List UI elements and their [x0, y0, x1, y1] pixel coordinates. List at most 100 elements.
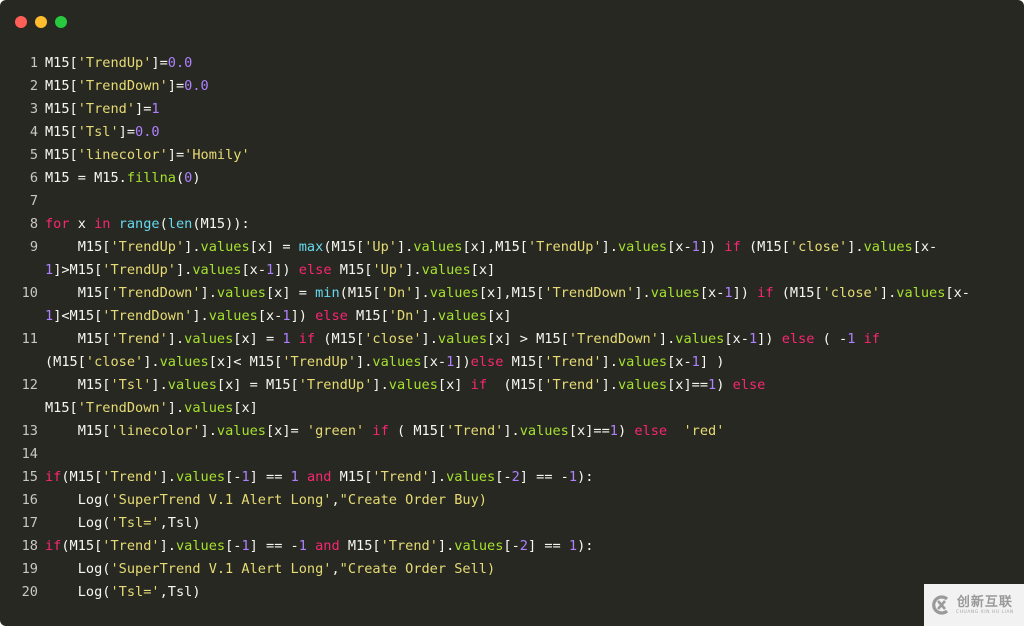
code-token-kw: and [306, 469, 332, 485]
line-number: 11 [21, 331, 38, 347]
code-token-attr: values [618, 239, 668, 255]
code-token-attr: values [437, 308, 488, 324]
code-token-str: 'Trend' [544, 377, 602, 393]
code-token-kw: if [470, 377, 488, 393]
line-number: 6 [29, 170, 38, 186]
code-line-wrap: M15['TrendDown'].values[x] [0, 397, 1024, 420]
code-token-plain: (M15)): [192, 216, 250, 232]
code-text: M15['Tsl'].values[x] = M15['TrendUp'].va… [45, 374, 766, 397]
code-token-plain: [- [503, 538, 520, 554]
code-token-num: 1 [151, 101, 160, 117]
code-line-wrap: 1]<M15['TrendDown'].values[x-1]) else M1… [0, 305, 1024, 328]
code-token-plain: (M15[ [45, 354, 86, 370]
code-token-str: 'close' [364, 331, 422, 347]
code-token-plain: (M15[ [773, 285, 823, 301]
code-token-str: 'TrendUp' [527, 239, 602, 255]
line-number: 4 [29, 124, 38, 140]
code-token-str: 'TrendDown' [77, 400, 168, 416]
code-text: M15 = M15.fillna(0) [45, 167, 201, 190]
code-line: 13 M15['linecolor'].values[x]= 'green' i… [0, 420, 1024, 443]
line-number: 18 [21, 538, 38, 554]
code-token-str: 'TrendUp' [282, 354, 357, 370]
code-token-num: 1 [266, 262, 275, 278]
code-token-plain: [x- [699, 285, 725, 301]
code-token-str: 'TrendUp' [298, 377, 373, 393]
line-number: 17 [21, 515, 38, 531]
code-token-plain: M15[ [339, 538, 381, 554]
code-token-str: 'TrendUp' [77, 55, 152, 71]
maximize-window-button[interactable] [55, 16, 67, 28]
code-token-plain: ]. [437, 538, 455, 554]
code-token-plain: [x- [945, 285, 970, 301]
code-token-kw: if [45, 538, 62, 554]
code-line: 20 Log('Tsl=',Tsl) [0, 581, 1024, 604]
close-window-button[interactable] [15, 16, 27, 28]
code-token-str: 'Up' [372, 262, 406, 278]
code-token-builtin: range [118, 216, 160, 232]
line-number: 10 [21, 285, 38, 301]
code-token-num: 2 [519, 538, 528, 554]
code-token-attr: values [617, 377, 668, 393]
code-line: 14 [0, 443, 1024, 466]
code-token-attr: values [413, 239, 463, 255]
code-token-plain: ]. [601, 354, 618, 370]
code-token-str: 'TrendDown' [110, 285, 201, 301]
code-token-plain: ] == - [249, 538, 299, 554]
code-token-plain: ]. [413, 285, 430, 301]
code-token-attr: values [175, 469, 226, 485]
code-token-attr: values [429, 285, 479, 301]
code-token-plain: ]. [396, 239, 414, 255]
code-token-num: 1 [241, 469, 250, 485]
code-token-kw: else [470, 354, 504, 370]
code-token-plain: ]. [143, 354, 160, 370]
code-text: M15['TrendDown'].values[x] [45, 397, 258, 420]
code-token-plain: [x] > M15[ [487, 331, 569, 347]
code-token-num: 1 [45, 262, 54, 278]
code-token-str: 'Tsl=' [110, 584, 160, 600]
code-token-plain: ]. [167, 400, 185, 416]
code-token-attr: values [446, 469, 496, 485]
code-line-wrap: 1]>M15['TrendUp'].values[x-1]) else M15[… [0, 259, 1024, 282]
code-line: 16 Log('SuperTrend V.1 Alert Long',"Crea… [0, 489, 1024, 512]
code-token-plain: [x]== [667, 377, 709, 393]
code-token-str: 'Trend' [102, 469, 160, 485]
code-token-plain: ]. [601, 377, 618, 393]
code-token-kw: else [634, 423, 668, 439]
code-token-plain: M15[ [45, 400, 78, 416]
code-token-plain: ) [192, 170, 201, 186]
code-token-plain: [x] = [233, 331, 283, 347]
line-number: 9 [29, 239, 38, 255]
code-token-plain: ]. [151, 377, 168, 393]
code-token-plain: ]. [503, 423, 520, 439]
code-token-kw: else [298, 262, 332, 278]
code-text: 1]>M15['TrendUp'].values[x-1]) else M15[… [45, 259, 495, 282]
code-token-kw: else [315, 308, 348, 324]
code-token-plain: (M15[ [61, 469, 103, 485]
code-token-plain: [- [225, 469, 242, 485]
code-token-plain: ]. [601, 239, 618, 255]
line-number [0, 305, 45, 328]
code-token-attr: values [863, 239, 913, 255]
minimize-window-button[interactable] [35, 16, 47, 28]
watermark-text-en: CHUANG XIN HU LIAN [956, 609, 1014, 615]
code-token-plain: ] == [527, 538, 569, 554]
code-token-plain: [x] [233, 400, 258, 416]
code-token-str: 'Trend' [544, 354, 602, 370]
code-text: M15['Trend'].values[x] = 1 if (M15['clos… [45, 328, 880, 351]
code-token-plain: ]. [192, 308, 209, 324]
code-token-plain: Log( [45, 492, 111, 508]
code-token-plain: ]. [200, 423, 217, 439]
code-token-attr: values [200, 239, 250, 255]
code-token-plain: ]. [200, 285, 217, 301]
code-token-attr: values [184, 400, 234, 416]
code-token-str: 'Homily' [184, 147, 250, 163]
code-token-str: 'TrendDown' [102, 308, 193, 324]
code-token-plain: , [331, 561, 340, 577]
code-token-str: 'Tsl' [77, 124, 119, 140]
code-token-plain: ] == - [519, 469, 569, 485]
code-token-attr: values [159, 354, 209, 370]
code-token-plain: ]) [290, 308, 316, 324]
